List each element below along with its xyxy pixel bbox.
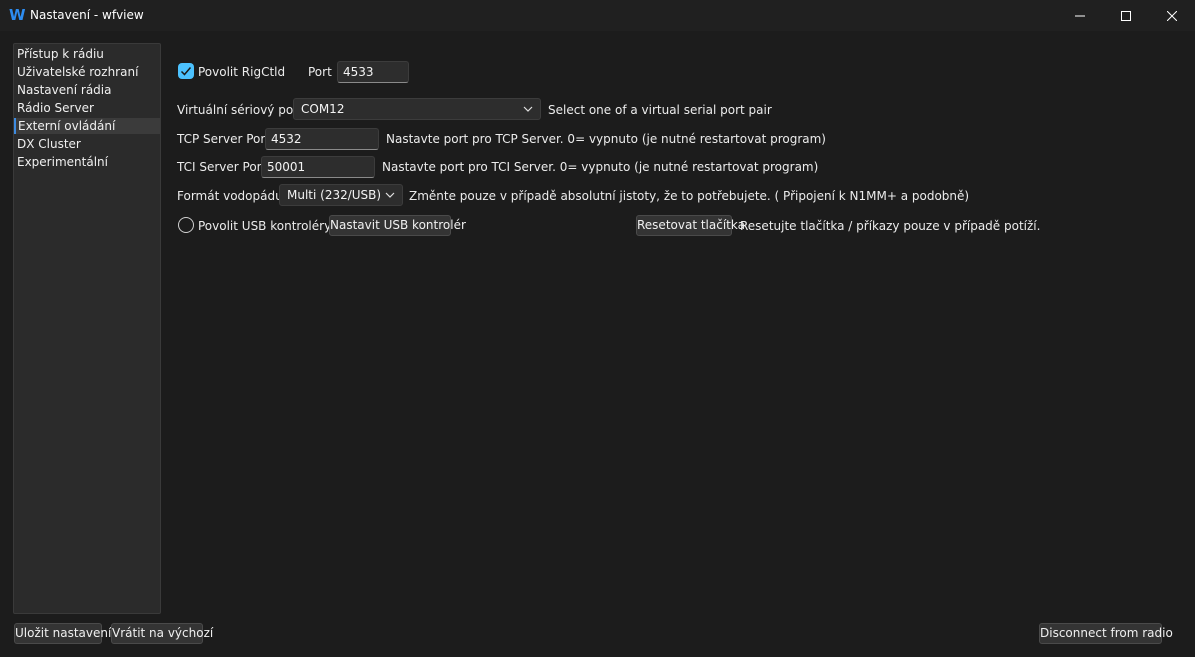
tcp-server-port-label: TCP Server Port — [177, 132, 271, 146]
minimize-button[interactable] — [1057, 0, 1103, 31]
waterfall-format-label: Formát vodopádu — [177, 189, 283, 203]
sidebar-item-radio-server[interactable]: Rádio Server — [14, 100, 160, 116]
settings-sidebar: Přístup k rádiu Uživatelské rozhraní Nas… — [13, 43, 161, 614]
virtual-serial-port-label: Virtuální sériový port — [177, 103, 303, 117]
sidebar-item-radio-access[interactable]: Přístup k rádiu — [14, 46, 160, 62]
sidebar-item-external-control[interactable]: Externí ovládání — [14, 118, 160, 134]
virtual-serial-port-value: COM12 — [301, 102, 345, 116]
restore-defaults-button[interactable]: Vrátit na výchozí — [111, 623, 213, 644]
enable-rigctld-checkbox[interactable] — [178, 63, 194, 79]
virtual-serial-port-select[interactable]: COM12 — [293, 98, 541, 120]
chevron-down-icon — [523, 106, 533, 112]
wfview-app-icon: W — [9, 6, 26, 24]
close-icon — [1167, 10, 1177, 21]
maximize-icon — [1121, 10, 1131, 21]
window-title: Nastavení - wfview — [30, 8, 144, 22]
title-bar: W Nastavení - wfview — [0, 0, 1195, 31]
waterfall-format-hint: Změnte pouze v případě absolutní jistoty… — [409, 189, 970, 203]
sidebar-item-experimental[interactable]: Experimentální — [14, 154, 160, 170]
enable-rigctld-label: Povolit RigCtld — [198, 65, 286, 79]
chevron-down-icon — [385, 192, 395, 198]
tcp-server-port-hint: Nastavte port pro TCP Server. 0= vypnuto… — [386, 132, 826, 146]
rigctld-port-label: Port — [308, 65, 332, 79]
save-settings-button[interactable]: Uložit nastavení — [14, 623, 111, 644]
sidebar-item-dx-cluster[interactable]: DX Cluster — [14, 136, 160, 152]
rigctld-port-input[interactable]: 4533 — [337, 61, 409, 83]
reset-buttons-button[interactable]: Resetovat tlačítka — [636, 215, 745, 236]
sidebar-item-radio-settings[interactable]: Nastavení rádia — [14, 82, 160, 98]
tci-server-port-label: TCI Server Port — [177, 160, 267, 174]
tci-server-port-hint: Nastavte port pro TCI Server. 0= vypnuto… — [382, 160, 819, 174]
enable-usb-controllers-checkbox[interactable] — [178, 217, 194, 233]
disconnect-from-radio-button[interactable]: Disconnect from radio — [1039, 623, 1173, 644]
waterfall-format-select[interactable]: Multi (232/USB) — [279, 184, 403, 206]
checkmark-icon — [180, 67, 192, 76]
reset-buttons-hint: Resetujte tlačítka / příkazy pouze v pří… — [740, 219, 1041, 233]
waterfall-format-value: Multi (232/USB) — [287, 188, 382, 202]
virtual-serial-port-hint: Select one of a virtual serial port pair — [548, 103, 772, 117]
tcp-server-port-input[interactable]: 4532 — [265, 128, 379, 150]
setup-usb-controller-button[interactable]: Nastavit USB kontrolér — [329, 215, 466, 236]
enable-usb-controllers-label: Povolit USB kontroléry — [198, 219, 332, 233]
tci-server-port-input[interactable]: 50001 — [261, 156, 375, 178]
minimize-icon — [1075, 15, 1085, 16]
close-button[interactable] — [1149, 0, 1195, 31]
sidebar-item-user-interface[interactable]: Uživatelské rozhraní — [14, 64, 160, 80]
maximize-button[interactable] — [1103, 0, 1149, 31]
